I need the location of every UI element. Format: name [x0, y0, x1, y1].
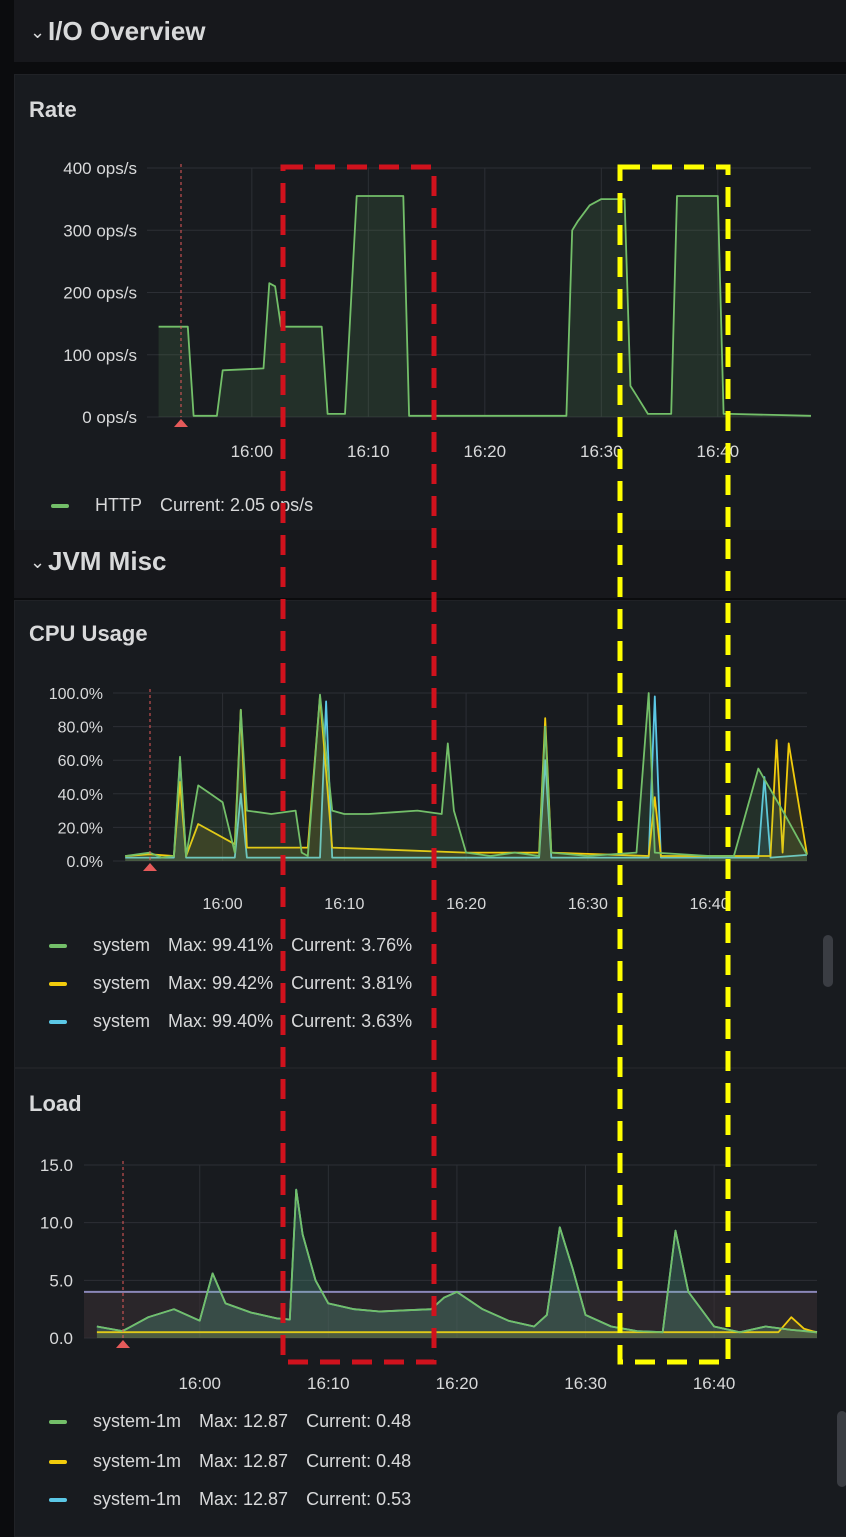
legend-item[interactable]: system Max: 99.40% Current: 3.63%: [49, 1011, 412, 1032]
x-tick-label: 16:30: [580, 442, 623, 461]
panel-title: CPU Usage: [29, 621, 148, 646]
legend-swatch: [49, 1460, 67, 1465]
y-tick-label: 0.0: [49, 1329, 73, 1348]
y-tick-label: 15.0: [40, 1156, 73, 1175]
annotation-marker-icon[interactable]: [116, 1340, 130, 1348]
chevron-down-icon: ⌄: [30, 552, 46, 572]
legend-item[interactable]: system-1m Max: 12.87 Current: 0.48: [49, 1411, 411, 1432]
x-tick-label: 16:10: [307, 1374, 350, 1393]
x-tick-label: 16:10: [324, 896, 364, 913]
legend-series-name: system-1m: [93, 1411, 182, 1431]
panel-title: Load: [29, 1091, 82, 1116]
x-tick-label: 16:40: [690, 896, 730, 913]
panel-title: Rate: [29, 97, 77, 122]
cpu-usage-panel: CPU Usage 100.0% 80.0% 60.0% 40.0% 20.0% 0.0%…: [14, 600, 846, 1068]
legend-swatch: [49, 944, 67, 949]
x-tick-label: 16:40: [697, 442, 740, 461]
x-tick-label: 16:20: [446, 896, 486, 913]
y-tick-label: 200 ops/s: [63, 284, 137, 303]
legend-series-name: system-1m: [93, 1451, 182, 1471]
row-title: JVM Misc: [48, 546, 167, 576]
y-tick-label: 10.0: [40, 1214, 73, 1233]
y-tick-label: 0 ops/s: [82, 408, 137, 427]
x-tick-label: 16:20: [436, 1374, 479, 1393]
rate-chart: 400 ops/s 300 ops/s 200 ops/s 100 ops/s 0 op…: [63, 159, 812, 461]
legend-series-name: system: [93, 1011, 151, 1031]
legend-scrollbar[interactable]: [837, 1411, 846, 1487]
legend-max: Max: 99.42%: [168, 973, 274, 993]
legend-swatch: [49, 1498, 67, 1503]
x-tick-label: 16:20: [464, 442, 507, 461]
legend-swatch: [49, 982, 67, 987]
x-tick-label: 16:10: [347, 442, 390, 461]
legend-series-name: system: [93, 935, 151, 955]
y-tick-label: 20.0%: [58, 820, 103, 837]
legend-series-name: system-1m: [93, 1489, 182, 1509]
y-tick-label: 40.0%: [58, 787, 103, 804]
y-tick-label: 0.0%: [67, 854, 103, 871]
legend-item[interactable]: system Max: 99.41% Current: 3.76%: [49, 935, 412, 956]
legend-scrollbar[interactable]: [823, 935, 833, 987]
y-tick-label: 60.0%: [58, 753, 103, 770]
legend-max: Max: 12.87: [199, 1411, 289, 1431]
y-tick-label: 5.0: [49, 1271, 73, 1290]
y-tick-label: 100 ops/s: [63, 346, 137, 365]
x-tick-label: 16:00: [203, 896, 243, 913]
row-header-io-overview[interactable]: ⌄ I/O Overview: [14, 0, 846, 62]
x-tick-label: 16:00: [178, 1374, 221, 1393]
legend-series-name: HTTP: [95, 495, 142, 515]
legend-item[interactable]: system Max: 99.42% Current: 3.81%: [49, 973, 412, 994]
y-tick-label: 80.0%: [58, 720, 103, 737]
legend-current: Current: 0.48: [306, 1411, 412, 1431]
legend-max: Max: 99.40%: [168, 1011, 274, 1031]
legend-current: Current: 2.05 ops/s: [160, 495, 314, 515]
legend-swatch: [51, 504, 69, 509]
legend-max: Max: 99.41%: [168, 935, 274, 955]
legend-item[interactable]: system-1m Max: 12.87 Current: 0.53: [49, 1489, 411, 1510]
legend-item[interactable]: system-1m Max: 12.87 Current: 0.48: [49, 1451, 411, 1472]
row-title: I/O Overview: [48, 16, 206, 46]
legend-max: Max: 12.87: [199, 1489, 289, 1509]
legend-max: Max: 12.87: [199, 1451, 289, 1471]
rate-panel: Rate 400 ops/s 300 ops/s 200 ops/s 100 ops/…: [14, 74, 846, 532]
legend-current: Current: 3.81%: [291, 973, 413, 993]
y-tick-label: 300 ops/s: [63, 221, 137, 240]
x-tick-label: 16:00: [231, 442, 274, 461]
y-tick-label: 100.0%: [49, 686, 103, 703]
chevron-down-icon: ⌄: [30, 22, 46, 42]
x-tick-label: 16:30: [564, 1374, 607, 1393]
y-tick-label: 400 ops/s: [63, 159, 137, 178]
legend-current: Current: 0.48: [306, 1451, 412, 1471]
x-tick-label: 16:40: [693, 1374, 736, 1393]
annotation-marker-icon[interactable]: [174, 419, 188, 427]
x-tick-label: 16:30: [568, 896, 608, 913]
legend-swatch: [49, 1420, 67, 1425]
legend-item[interactable]: HTTP Current: 2.05 ops/s: [51, 495, 313, 516]
legend-current: Current: 0.53: [306, 1489, 412, 1509]
load-panel: Load 15.0 10.0 5.0 0.0 16:00 16:10 16:20 16:30 1…: [14, 1068, 846, 1537]
row-header-jvm-misc[interactable]: ⌄ JVM Misc: [14, 530, 846, 598]
legend-series-name: system: [93, 973, 151, 993]
annotation-marker-icon[interactable]: [143, 863, 157, 871]
legend-swatch: [49, 1020, 67, 1025]
legend-current: Current: 3.63%: [291, 1011, 413, 1031]
legend-current: Current: 3.76%: [291, 935, 413, 955]
